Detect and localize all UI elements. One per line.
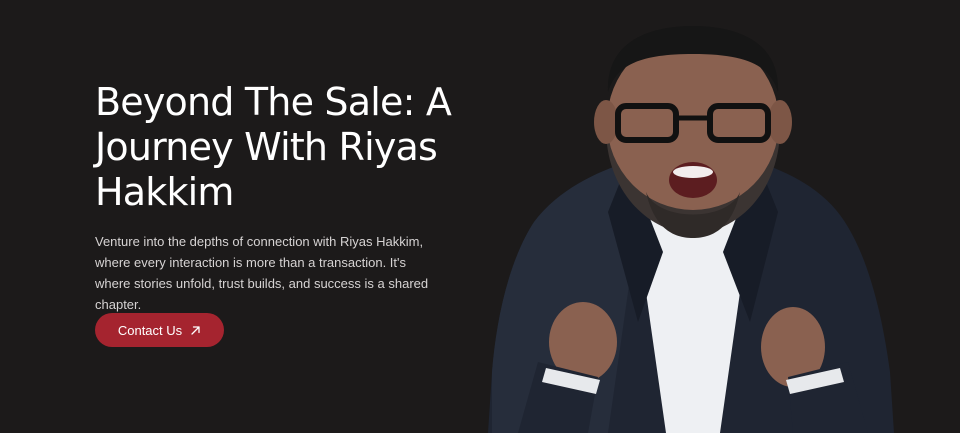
arrow-up-right-icon	[190, 325, 201, 336]
hero-title: Beyond The Sale: A Journey With Riyas Ha…	[95, 80, 452, 214]
hero-copy: Beyond The Sale: A Journey With Riyas Ha…	[95, 80, 515, 315]
hero-section: Beyond The Sale: A Journey With Riyas Ha…	[0, 0, 960, 433]
hero-portrait	[488, 22, 898, 433]
hero-description: Venture into the depths of connection wi…	[95, 234, 429, 312]
contact-us-button[interactable]: Contact Us	[95, 313, 224, 347]
contact-us-label: Contact Us	[117, 322, 183, 338]
